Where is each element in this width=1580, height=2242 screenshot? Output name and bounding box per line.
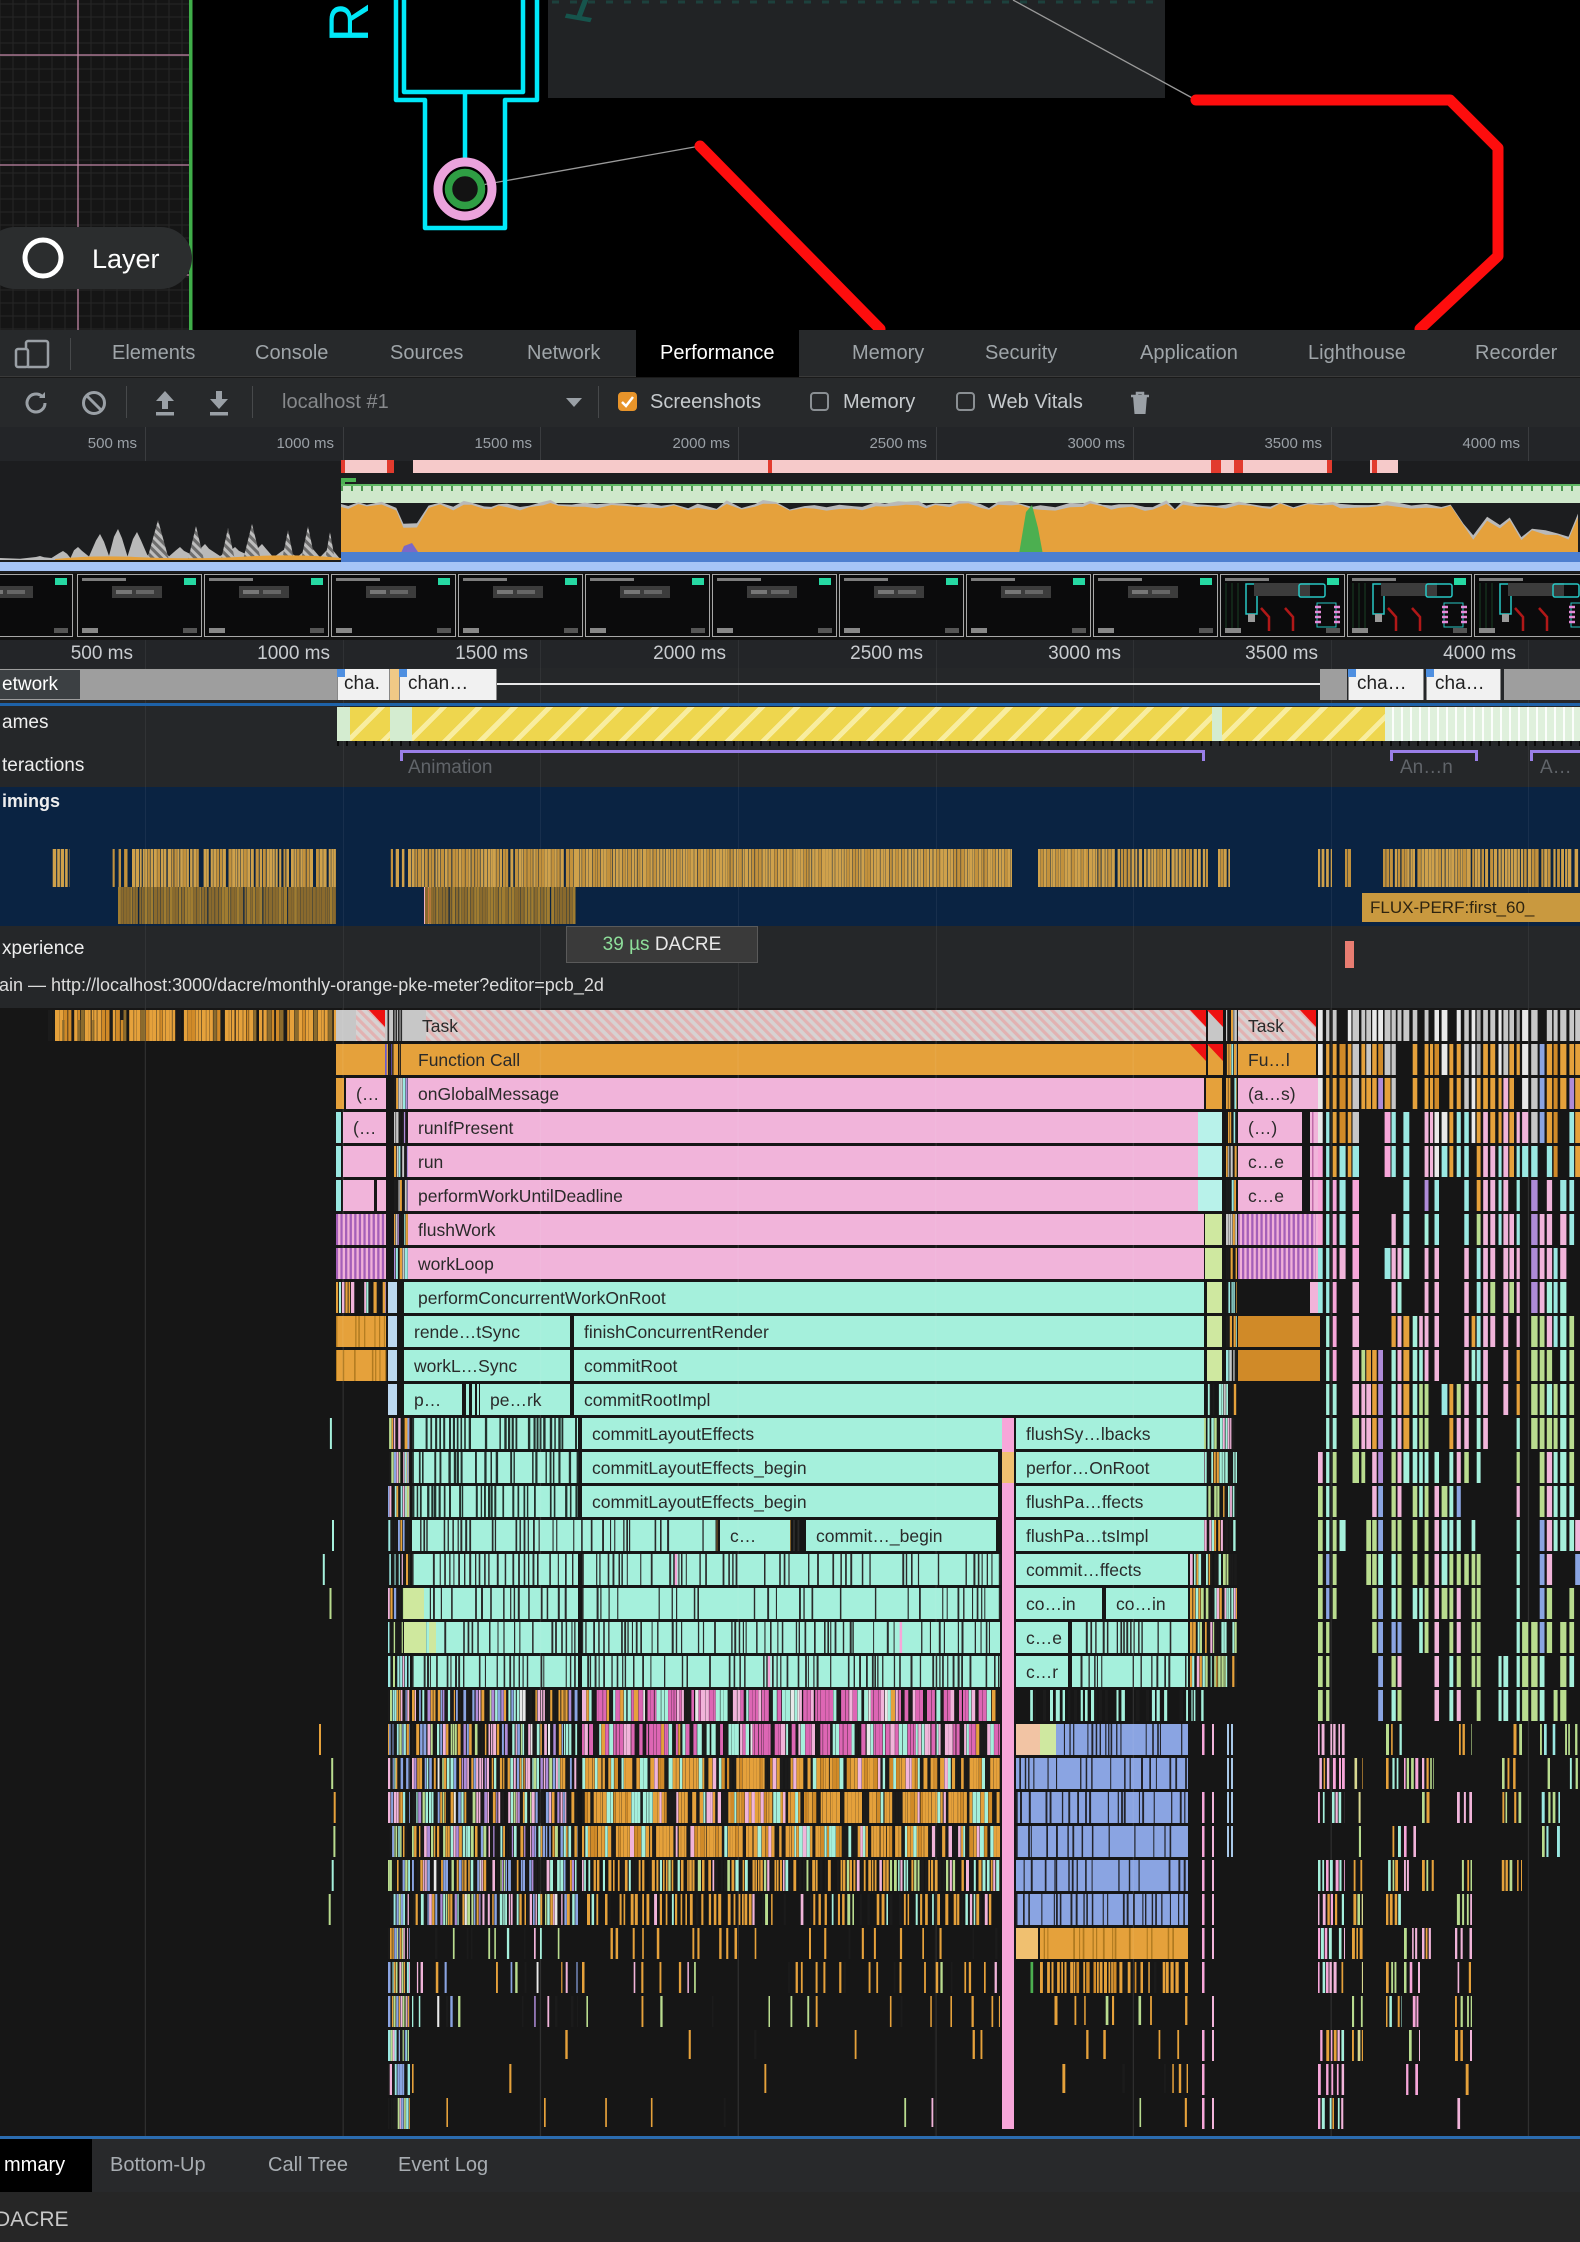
svg-text:commit…ffects: commit…ffects — [1026, 1560, 1142, 1580]
svg-text:co…in: co…in — [1026, 1594, 1076, 1614]
svg-text:c…e: c…e — [1026, 1628, 1062, 1648]
svg-text:Task: Task — [1248, 1016, 1284, 1036]
svg-text:performWorkUntilDeadline: performWorkUntilDeadline — [418, 1186, 623, 1206]
svg-text:run: run — [418, 1152, 443, 1172]
svg-text:commitLayoutEffects: commitLayoutEffects — [592, 1424, 754, 1444]
svg-text:(…: (… — [356, 1084, 379, 1104]
svg-text:onGlobalMessage: onGlobalMessage — [418, 1084, 559, 1104]
svg-text:commitRoot: commitRoot — [584, 1356, 677, 1376]
svg-text:commitLayoutEffects_begin: commitLayoutEffects_begin — [592, 1492, 807, 1513]
svg-text:c…r: c…r — [1026, 1662, 1058, 1682]
svg-text:Function Call: Function Call — [418, 1050, 520, 1070]
svg-text:workL…Sync: workL…Sync — [413, 1356, 517, 1376]
svg-text:perfor…OnRoot: perfor…OnRoot — [1026, 1458, 1150, 1478]
svg-text:co…in: co…in — [1116, 1594, 1166, 1614]
svg-text:flushPa…ffects: flushPa…ffects — [1026, 1492, 1144, 1512]
svg-text:c…: c… — [730, 1526, 756, 1546]
svg-text:c…e: c…e — [1248, 1186, 1284, 1206]
svg-text:flushWork: flushWork — [418, 1220, 496, 1240]
svg-text:Task: Task — [422, 1016, 458, 1036]
svg-text:performConcurrentWorkOnRoot: performConcurrentWorkOnRoot — [418, 1288, 666, 1308]
svg-text:Fu…l: Fu…l — [1248, 1050, 1290, 1070]
svg-text:commitLayoutEffects_begin: commitLayoutEffects_begin — [592, 1458, 807, 1479]
svg-text:commit…_begin: commit…_begin — [816, 1526, 942, 1547]
svg-text:workLoop: workLoop — [417, 1254, 494, 1274]
svg-text:(a…s): (a…s) — [1248, 1084, 1296, 1104]
svg-text:flushPa…tsImpl: flushPa…tsImpl — [1026, 1526, 1149, 1546]
svg-text:(…: (… — [353, 1118, 376, 1138]
svg-text:runIfPresent: runIfPresent — [418, 1118, 513, 1138]
svg-text:(…): (…) — [1248, 1118, 1277, 1138]
svg-text:flushSy…lbacks: flushSy…lbacks — [1026, 1424, 1151, 1444]
svg-text:c…e: c…e — [1248, 1152, 1284, 1172]
svg-text:rende…tSync: rende…tSync — [414, 1322, 520, 1342]
svg-text:finishConcurrentRender: finishConcurrentRender — [584, 1322, 769, 1342]
svg-text:commitRootImpl: commitRootImpl — [584, 1390, 710, 1410]
svg-text:pe…rk: pe…rk — [490, 1390, 542, 1410]
svg-text:p…: p… — [414, 1390, 441, 1410]
